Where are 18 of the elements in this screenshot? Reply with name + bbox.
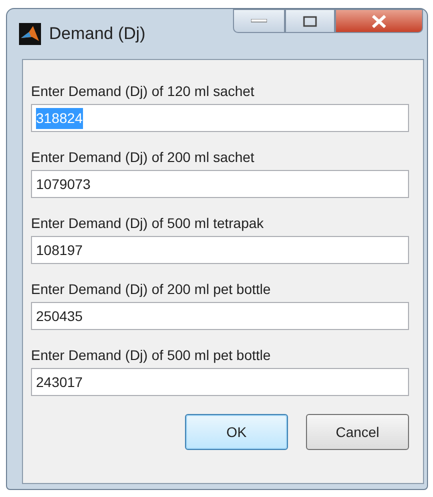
close-icon: [371, 14, 387, 28]
minimize-icon: [251, 19, 267, 23]
maximize-button[interactable]: [285, 9, 335, 33]
field-label: Enter Demand (Dj) of 200 ml sachet: [31, 148, 256, 166]
field-label: Enter Demand (Dj) of 200 ml pet bottle: [31, 280, 272, 298]
input-field[interactable]: 108197: [31, 236, 409, 264]
input-field[interactable]: 1079073: [31, 170, 409, 198]
input-field[interactable]: 243017: [31, 368, 409, 396]
close-button[interactable]: [335, 9, 423, 33]
ok-button[interactable]: OK: [185, 414, 288, 450]
window-title: Demand (Dj): [49, 23, 146, 46]
maximize-icon: [303, 16, 317, 26]
input-field[interactable]: 250435: [31, 302, 409, 330]
field-label: Enter Demand (Dj) of 500 ml pet bottle: [31, 346, 272, 364]
cancel-button[interactable]: Cancel: [306, 414, 409, 450]
field-label: Enter Demand (Dj) of 500 ml tetrapak: [31, 214, 265, 232]
field-label: Enter Demand (Dj) of 120 ml sachet: [31, 82, 256, 100]
app-icon: [19, 23, 41, 45]
